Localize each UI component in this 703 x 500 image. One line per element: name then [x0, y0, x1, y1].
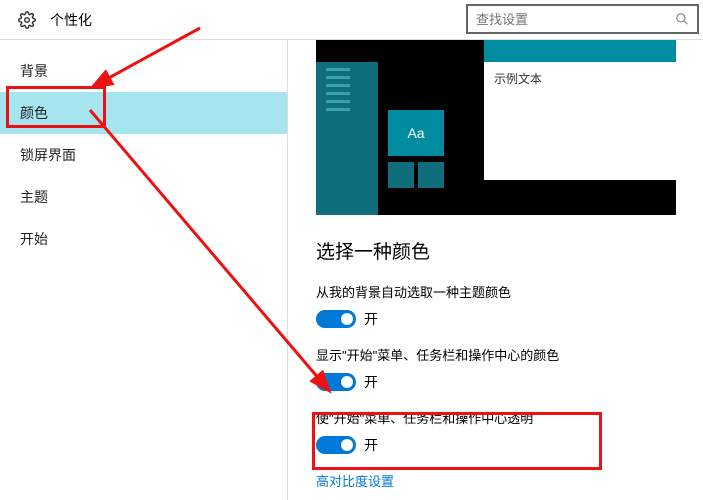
sidebar-item-color[interactable]: 颜色 — [0, 92, 287, 134]
sidebar-item-label: 颜色 — [20, 103, 48, 123]
preview-window: 示例文本 — [484, 40, 676, 180]
setting-label: 显示"开始"菜单、任务栏和操作中心的颜色 — [316, 345, 693, 364]
setting-label: 从我的背景自动选取一种主题颜色 — [316, 282, 693, 301]
content: Aa 示例文本 选择一种颜色 从我的背景自动选取一种主题颜色 开 显示"开始"菜… — [288, 40, 703, 500]
sidebar-item-theme[interactable]: 主题 — [0, 176, 287, 218]
toggle-transparent[interactable] — [316, 436, 356, 454]
sidebar-item-label: 锁屏界面 — [20, 145, 76, 165]
sidebar-item-label: 开始 — [20, 229, 48, 249]
section-title: 选择一种颜色 — [316, 237, 693, 264]
toggle-show-color[interactable] — [316, 373, 356, 391]
preview-sample-text: 示例文本 — [494, 72, 542, 86]
sidebar-item-background[interactable]: 背景 — [0, 50, 287, 92]
sidebar-item-label: 主题 — [20, 187, 48, 207]
search-box[interactable] — [466, 4, 699, 34]
preview-small-tile — [418, 162, 444, 188]
setting-label: 使"开始"菜单、任务栏和操作中心透明 — [316, 408, 693, 427]
setting-auto-color: 从我的背景自动选取一种主题颜色 开 — [316, 282, 693, 329]
sidebar-item-lockscreen[interactable]: 锁屏界面 — [0, 134, 287, 176]
search-icon — [675, 12, 689, 26]
gear-icon — [18, 11, 36, 29]
preview-tile: Aa — [388, 110, 444, 156]
sidebar-item-label: 背景 — [20, 61, 48, 81]
preview-tile-text: Aa — [407, 125, 424, 141]
preview: Aa 示例文本 — [316, 40, 676, 215]
preview-start-menu — [316, 62, 378, 215]
sidebar-item-start[interactable]: 开始 — [0, 218, 287, 260]
sidebar: 背景 颜色 锁屏界面 主题 开始 — [0, 40, 288, 500]
page-title: 个性化 — [50, 10, 92, 30]
toggle-state: 开 — [364, 372, 378, 392]
preview-small-tile — [388, 162, 414, 188]
toggle-auto-color[interactable] — [316, 310, 356, 328]
setting-transparent: 使"开始"菜单、任务栏和操作中心透明 开 — [316, 408, 693, 455]
high-contrast-link[interactable]: 高对比度设置 — [316, 471, 693, 490]
setting-show-color: 显示"开始"菜单、任务栏和操作中心的颜色 开 — [316, 345, 693, 392]
toggle-state: 开 — [364, 435, 378, 455]
toggle-state: 开 — [364, 309, 378, 329]
search-input[interactable] — [476, 12, 675, 27]
